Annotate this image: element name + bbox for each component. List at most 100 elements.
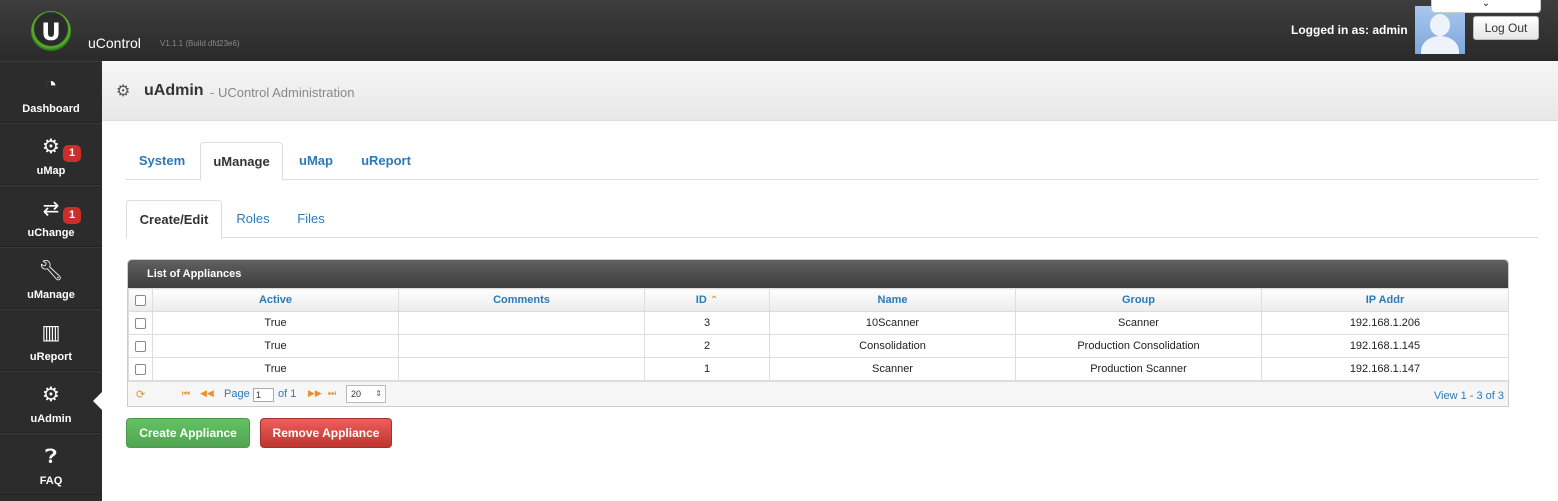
cell-group: Scanner (1015, 311, 1262, 335)
column-header-comments[interactable]: Comments (398, 288, 645, 312)
dashboard-icon: ◔ (44, 74, 58, 96)
last-page-icon[interactable]: ⏭︎ (328, 388, 336, 399)
cell-group: Production Consolidation (1015, 334, 1262, 358)
remove-appliance-button[interactable]: Remove Appliance (260, 418, 392, 448)
page-count: of 1 (278, 388, 297, 400)
sidebar-item-label: Dashboard (22, 103, 80, 115)
column-header-active[interactable]: Active (152, 288, 399, 312)
page-header: ⚙ uAdmin - UControl Administration (102, 61, 1558, 121)
grid-pager: ⟳ ⏮︎ ◀◀ Page 1 of 1 ▶▶ ⏭︎ 20 ⇕ View 1 - … (128, 381, 1508, 406)
sidebar-item-uchange[interactable]: ⇄ 1 uChange (0, 185, 102, 247)
cell-group: Production Scanner (1015, 357, 1262, 381)
gears-icon: ⚙ (116, 83, 131, 100)
column-header-label: ID (695, 294, 707, 306)
wrench-icon: 🔧︎ (38, 260, 64, 282)
avatar[interactable] (1415, 6, 1465, 54)
page-label: Page (224, 388, 250, 400)
tab-umanage[interactable]: uManage (200, 142, 283, 181)
cell-id: 1 (644, 357, 770, 381)
sub-tabs: Create/Edit Roles Files (126, 200, 1538, 239)
page-title: uAdmin (144, 82, 204, 99)
column-header-id[interactable]: ID ⌃ (644, 288, 770, 312)
avatar-head (1430, 14, 1450, 36)
table-row[interactable]: True 2 Consolidation Production Consolid… (128, 334, 1509, 358)
prev-page-icon[interactable]: ◀◀ (200, 388, 214, 399)
tab-create-edit[interactable]: Create/Edit (126, 200, 222, 239)
create-appliance-button[interactable]: Create Appliance (126, 418, 250, 448)
avatar-body (1421, 36, 1459, 54)
page-subtitle: - UControl Administration (210, 85, 355, 100)
tab-system[interactable]: System (126, 142, 198, 180)
cell-active: True (152, 334, 399, 358)
page-size-value: 20 (351, 389, 362, 399)
sidebar-item-label: uManage (27, 289, 75, 301)
refresh-icon[interactable]: ⟳ (136, 388, 145, 401)
chevron-down-icon[interactable]: ⌄ (1431, 0, 1541, 13)
cell-name: Scanner (769, 357, 1016, 381)
cell-name: Consolidation (769, 334, 1016, 358)
column-header-group[interactable]: Group (1015, 288, 1262, 312)
cell-active: True (152, 357, 399, 381)
sidebar: ◔ Dashboard ⚙ 1 uMap ⇄ 1 uChange 🔧︎ uMan… (0, 61, 102, 501)
sidebar-item-label: FAQ (39, 475, 63, 487)
grid-caption: List of Appliances (128, 260, 1508, 288)
logged-in-text: Logged in as: admin (1291, 23, 1408, 37)
logout-button[interactable]: Log Out (1473, 16, 1539, 40)
cell-ip: 192.168.1.145 (1261, 334, 1509, 358)
appliances-table: Active Comments ID ⌃ Name Group IP Addr … (128, 288, 1509, 381)
column-header-ip[interactable]: IP Addr (1261, 288, 1509, 312)
cell-id: 3 (644, 311, 770, 335)
appliances-grid: List of Appliances Active Comments ID ⌃ … (127, 259, 1509, 407)
app-version: V1.1.1 (Build dfd23e6) (160, 39, 240, 48)
sidebar-item-umap[interactable]: ⚙ 1 uMap (0, 123, 102, 185)
cell-ip: 192.168.1.147 (1261, 357, 1509, 381)
tab-roles[interactable]: Roles (226, 200, 280, 238)
tab-ureport[interactable]: uReport (348, 142, 424, 180)
sidebar-item-dashboard[interactable]: ◔ Dashboard (0, 61, 102, 123)
logo-letter: U (41, 18, 61, 46)
tab-umap[interactable]: uMap (286, 142, 346, 180)
active-indicator (93, 392, 102, 410)
notification-badge: 1 (63, 145, 81, 162)
sidebar-item-label: uReport (29, 351, 73, 363)
cell-ip: 192.168.1.206 (1261, 311, 1509, 335)
row-checkbox[interactable] (128, 334, 153, 358)
app-logo[interactable]: U (31, 11, 71, 51)
sidebar-item-label: uMap (36, 165, 66, 177)
page-number-input[interactable]: 1 (253, 388, 274, 402)
cell-active: True (152, 311, 399, 335)
sidebar-item-faq[interactable]: ❓︎ FAQ (0, 433, 102, 495)
sidebar-item-ureport[interactable]: ▥ uReport (0, 309, 102, 371)
cell-comments (398, 311, 645, 335)
question-icon: ❓︎ (44, 446, 58, 468)
first-page-icon[interactable]: ⏮︎ (182, 388, 190, 399)
page-size-select[interactable]: 20 ⇕ (346, 385, 386, 403)
column-header-name[interactable]: Name (769, 288, 1016, 312)
next-page-icon[interactable]: ▶▶ (308, 388, 322, 399)
table-header-row: Active Comments ID ⌃ Name Group IP Addr (128, 288, 1509, 312)
app-name: uControl (88, 35, 141, 51)
row-checkbox[interactable] (128, 357, 153, 381)
top-bar: U uControl V1.1.1 (Build dfd23e6) Logged… (0, 0, 1558, 61)
cell-name: 10Scanner (769, 311, 1016, 335)
gear-icon: ⚙ (42, 136, 60, 158)
gears-icon: ⚙ (42, 384, 60, 406)
sidebar-item-umanage[interactable]: 🔧︎ uManage (0, 247, 102, 309)
view-info: View 1 - 3 of 3 (1433, 390, 1504, 402)
sort-ascending-icon: ⌃ (709, 295, 719, 306)
notification-badge: 1 (63, 207, 81, 224)
sidebar-item-label: uAdmin (30, 413, 72, 425)
bar-chart-icon: ▥ (41, 322, 61, 344)
tab-files[interactable]: Files (286, 200, 336, 238)
main-tabs: System uManage uMap uReport (126, 142, 1538, 181)
table-row[interactable]: True 1 Scanner Production Scanner 192.16… (128, 357, 1509, 381)
row-checkbox[interactable] (128, 311, 153, 335)
sidebar-item-uadmin[interactable]: ⚙ uAdmin (0, 371, 102, 433)
select-arrow-icon: ⇕ (375, 389, 382, 398)
cell-comments (398, 334, 645, 358)
table-row[interactable]: True 3 10Scanner Scanner 192.168.1.206 (128, 311, 1509, 335)
sidebar-item-label: uChange (27, 227, 75, 239)
cell-comments (398, 357, 645, 381)
select-all-checkbox[interactable] (128, 288, 153, 312)
retweet-icon: ⇄ (42, 198, 60, 220)
